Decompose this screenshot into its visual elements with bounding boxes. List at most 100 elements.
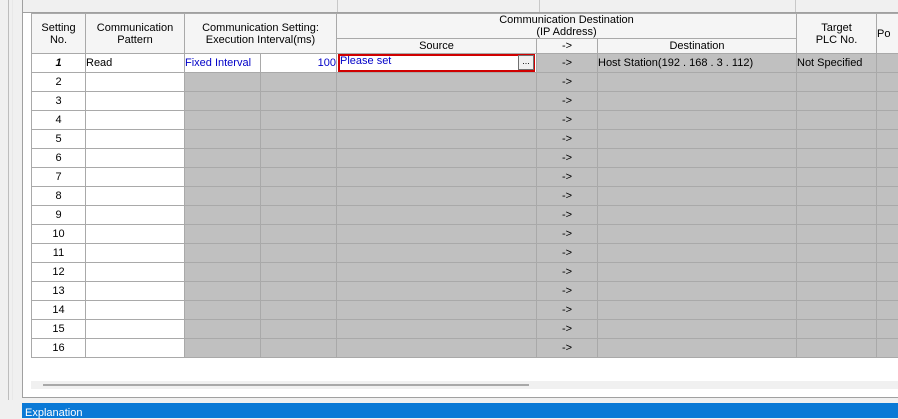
table-row[interactable]: 11-> [32, 244, 898, 263]
interval-value-cell [261, 168, 337, 187]
interval-type-cell [185, 130, 261, 149]
interval-value-cell [261, 111, 337, 130]
table-row[interactable]: 15-> [32, 320, 898, 339]
interval-type-cell [185, 168, 261, 187]
pattern-cell[interactable] [86, 168, 185, 187]
interval-type-cell [185, 206, 261, 225]
source-cell [337, 244, 537, 263]
port-cell [877, 320, 898, 339]
destination-cell [598, 92, 797, 111]
arrow-cell: -> [537, 225, 598, 244]
row-number: 6 [32, 149, 86, 168]
source-cell[interactable]: Please set ... [337, 54, 537, 73]
table-row[interactable]: 5-> [32, 130, 898, 149]
pattern-cell[interactable]: Read [86, 54, 185, 73]
interval-type-cell [185, 149, 261, 168]
horizontal-scrollbar[interactable] [31, 381, 898, 389]
pattern-cell[interactable] [86, 263, 185, 282]
communication-settings-table: Setting No. Communication Pattern Commun… [31, 13, 898, 358]
arrow-cell: -> [537, 111, 598, 130]
row-number: 16 [32, 339, 86, 358]
interval-type-cell[interactable]: Fixed Interval [185, 54, 261, 73]
interval-type-cell [185, 187, 261, 206]
pattern-cell[interactable] [86, 301, 185, 320]
scrollbar-thumb[interactable] [43, 384, 529, 386]
table-row[interactable]: 14-> [32, 301, 898, 320]
interval-type-cell [185, 92, 261, 111]
pattern-cell[interactable] [86, 282, 185, 301]
row-number: 11 [32, 244, 86, 263]
source-cell [337, 301, 537, 320]
arrow-cell: -> [537, 320, 598, 339]
table-row[interactable]: 4 -> [32, 111, 898, 130]
target-plc-cell [797, 111, 877, 130]
destination-cell[interactable]: Host Station(192 . 168 . 3 . 112) [598, 54, 797, 73]
header-arrow: -> [537, 39, 598, 54]
pattern-cell[interactable] [86, 111, 185, 130]
target-plc-cell [797, 339, 877, 358]
row-number: 12 [32, 263, 86, 282]
pattern-cell[interactable] [86, 339, 185, 358]
toolbar-separator [795, 0, 796, 12]
pattern-cell[interactable] [86, 130, 185, 149]
pattern-cell[interactable] [86, 187, 185, 206]
port-cell [877, 54, 898, 73]
table-row[interactable]: 7-> [32, 168, 898, 187]
target-plc-cell [797, 206, 877, 225]
table-row[interactable]: 10-> [32, 225, 898, 244]
source-cell [337, 149, 537, 168]
table-row[interactable]: 12 -> [32, 263, 898, 282]
port-cell [877, 111, 898, 130]
pattern-cell[interactable] [86, 149, 185, 168]
destination-cell [598, 168, 797, 187]
table-row[interactable]: 1 Read Fixed Interval 100 Please set ...… [32, 54, 898, 73]
destination-cell [598, 187, 797, 206]
browse-button[interactable]: ... [518, 55, 534, 70]
target-plc-cell [797, 320, 877, 339]
destination-cell [598, 244, 797, 263]
pattern-cell[interactable] [86, 320, 185, 339]
destination-cell [598, 206, 797, 225]
header-port-partial: Po [877, 14, 898, 54]
row-number: 4 [32, 111, 86, 130]
table-row[interactable]: 16-> [32, 339, 898, 358]
arrow-cell: -> [537, 149, 598, 168]
interval-type-cell [185, 111, 261, 130]
explanation-title: Explanation [25, 407, 83, 419]
interval-type-cell [185, 282, 261, 301]
interval-value-cell[interactable]: 100 [261, 54, 337, 73]
source-cell [337, 73, 537, 92]
panel-divider [8, 0, 9, 400]
interval-value-cell [261, 130, 337, 149]
arrow-cell: -> [537, 73, 598, 92]
pattern-cell[interactable] [86, 206, 185, 225]
pattern-cell[interactable] [86, 244, 185, 263]
interval-type-cell [185, 339, 261, 358]
left-panel-edge [0, 0, 22, 418]
settings-grid-frame: Setting No. Communication Pattern Commun… [22, 0, 898, 398]
pattern-cell[interactable] [86, 92, 185, 111]
target-plc-cell [797, 301, 877, 320]
table-row[interactable]: 2-> [32, 73, 898, 92]
table-row[interactable]: 13-> [32, 282, 898, 301]
target-plc-cell[interactable]: Not Specified [797, 54, 877, 73]
port-cell [877, 301, 898, 320]
table-row[interactable]: 3-> [32, 92, 898, 111]
pattern-cell[interactable] [86, 225, 185, 244]
panel-divider [12, 0, 13, 400]
destination-cell [598, 149, 797, 168]
source-cell [337, 339, 537, 358]
table-row[interactable]: 9-> [32, 206, 898, 225]
header-communication-destination: Communication Destination (IP Address) [337, 14, 797, 39]
table-row[interactable]: 8-> [32, 187, 898, 206]
header-source: Source [337, 39, 537, 54]
interval-value-cell [261, 149, 337, 168]
arrow-cell: -> [537, 263, 598, 282]
row-number: 1 [32, 54, 86, 73]
pattern-cell[interactable] [86, 73, 185, 92]
destination-cell [598, 263, 797, 282]
table-row[interactable]: 6 -> [32, 149, 898, 168]
port-cell [877, 282, 898, 301]
header-communication-setting: Communication Setting: Execution Interva… [185, 14, 337, 54]
header-destination: Destination [598, 39, 797, 54]
